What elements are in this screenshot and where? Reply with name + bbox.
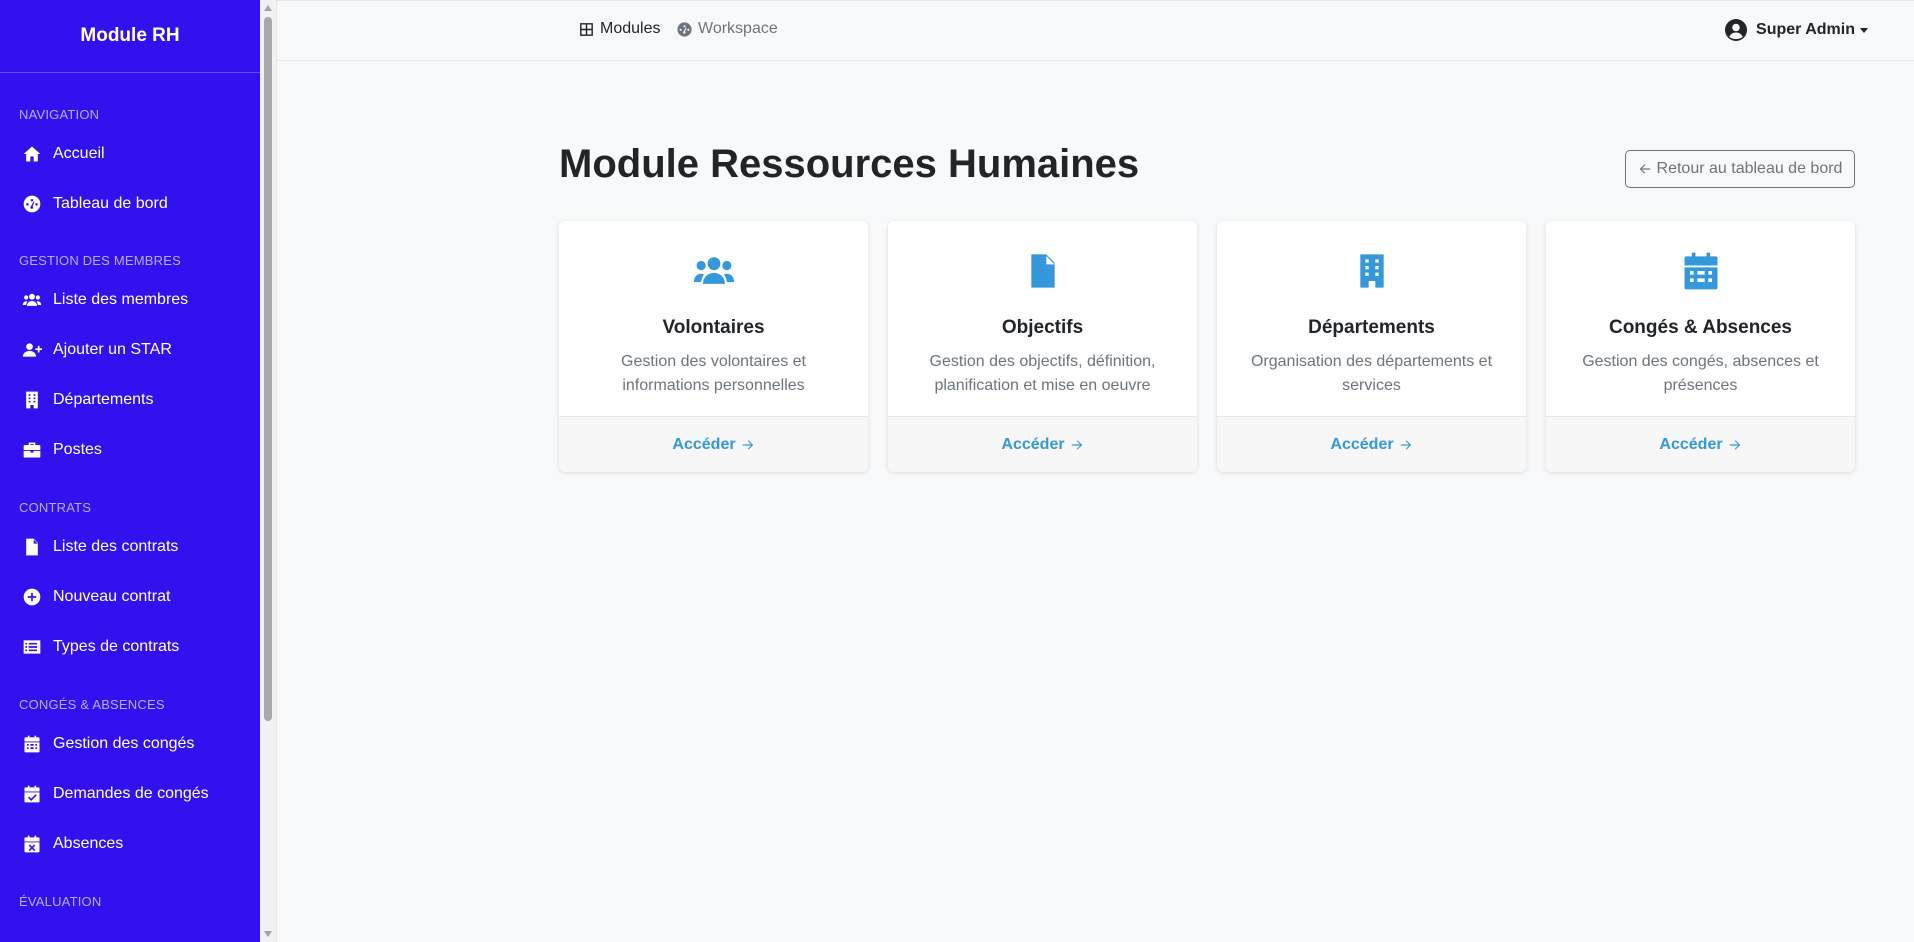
sidebar-item-demandes-de-conges[interactable]: Demandes de congés [0, 769, 260, 819]
arrow-right-icon [1400, 439, 1411, 450]
card-title: Congés & Absences [1608, 317, 1792, 338]
module-card-conges-absences: Congés & Absences Gestion des congés, ab… [1546, 221, 1855, 472]
home-icon [21, 144, 42, 165]
scroll-down-arrow-icon[interactable] [264, 931, 272, 937]
card-description: Gestion des volontaires et informations … [621, 353, 806, 394]
calendar-icon [21, 734, 42, 755]
sidebar-item-tableau-de-bord[interactable]: Tableau de bord [0, 179, 260, 229]
users-icon [559, 249, 868, 293]
sidebar-item-accueil[interactable]: Accueil [0, 129, 260, 179]
card-title: Départements [1308, 317, 1435, 338]
section-title-conges-absences: CONGÉS & ABSENCES [19, 697, 165, 712]
workspace-link[interactable]: Workspace [676, 20, 778, 38]
card-footer: Accéder [1217, 416, 1526, 472]
sidebar-item-label: Types de contrats [53, 638, 180, 655]
file-contract-icon [888, 249, 1197, 293]
sidebar-item-label: Gestion des congés [53, 735, 195, 752]
section-title-navigation: NAVIGATION [19, 107, 100, 122]
sidebar-brand[interactable]: Module RH [0, 0, 260, 73]
scrollbar-thumb[interactable] [264, 17, 272, 721]
users-icon [21, 290, 42, 311]
card-footer: Accéder [888, 416, 1197, 472]
card-description: Gestion des objectifs, définition, plani… [929, 353, 1156, 394]
sidebar-item-postes[interactable]: Postes [0, 425, 260, 475]
module-card-objectifs: Objectifs Gestion des objectifs, définit… [888, 221, 1197, 472]
card-title: Volontaires [662, 317, 765, 338]
user-name: Super Admin [1756, 21, 1855, 38]
card-access-link[interactable]: Accéder [1001, 436, 1083, 454]
sidebar-item-types-de-contrats[interactable]: Types de contrats [0, 622, 260, 672]
back-button-label: Retour au tableau de bord [1656, 160, 1843, 177]
caret-down-icon [1860, 27, 1868, 33]
top-navbar: Modules Workspace Super Admin [277, 0, 1914, 61]
sidebar-item-label: Accueil [53, 145, 105, 162]
user-menu-toggle[interactable]: Super Admin [1724, 18, 1868, 42]
briefcase-icon [21, 440, 42, 461]
sidebar-item-label: Départements [53, 391, 154, 408]
sidebar-item-label: Demandes de congés [53, 785, 209, 802]
card-link-label: Accéder [672, 435, 736, 453]
arrow-left-icon [1639, 164, 1650, 174]
modules-label: Modules [600, 20, 661, 37]
sidebar-item-label: Tableau de bord [53, 195, 168, 212]
user-plus-icon [21, 340, 42, 361]
file-contract-icon [21, 537, 42, 558]
sidebar-item-liste-des-membres[interactable]: Liste des membres [0, 275, 260, 325]
sidebar-item-ajouter-un-star[interactable]: Ajouter un STAR [0, 325, 260, 375]
card-title: Objectifs [1001, 317, 1084, 338]
section-title-contrats: CONTRATS [19, 500, 92, 515]
back-to-dashboard-button[interactable]: Retour au tableau de bord [1625, 150, 1855, 188]
card-access-link[interactable]: Accéder [1659, 436, 1741, 454]
modules-link[interactable]: Modules [578, 20, 660, 38]
card-link-label: Accéder [1001, 435, 1065, 453]
module-card-departements: Départements Organisation des départemen… [1217, 221, 1526, 472]
arrow-right-icon [742, 439, 753, 450]
sidebar-item-label: Postes [53, 441, 102, 458]
scroll-up-arrow-icon[interactable] [264, 5, 272, 11]
building-icon [21, 390, 42, 411]
card-footer: Accéder [1546, 416, 1855, 472]
arrow-right-icon [1071, 439, 1082, 450]
list-icon [21, 637, 42, 658]
card-description: Organisation des départements et service… [1250, 353, 1493, 394]
sidebar-item-label: Liste des contrats [53, 538, 179, 555]
plus-circle-icon [21, 587, 42, 608]
sidebar-scrollbar[interactable] [260, 0, 277, 942]
card-description: Gestion des congés, absences et présence… [1582, 353, 1819, 394]
card-footer: Accéder [559, 416, 868, 472]
sidebar-item-departements[interactable]: Départements [0, 375, 260, 425]
arrow-right-icon [1729, 439, 1740, 450]
sidebar-item-gestion-des-conges[interactable]: Gestion des congés [0, 719, 260, 769]
building-icon [1217, 249, 1526, 293]
sidebar-item-nouveau-contrat[interactable]: Nouveau contrat [0, 572, 260, 622]
section-title-evaluation: ÉVALUATION [19, 894, 102, 909]
card-link-label: Accéder [1659, 435, 1723, 453]
calendar-icon [1546, 249, 1855, 293]
sidebar-item-label: Liste des membres [53, 291, 189, 308]
sidebar-item-label: Ajouter un STAR [53, 341, 172, 358]
card-access-link[interactable]: Accéder [672, 436, 754, 454]
sidebar-item-label: Absences [53, 835, 124, 852]
card-access-link[interactable]: Accéder [1330, 436, 1412, 454]
sidebar-item-absences[interactable]: Absences [0, 819, 260, 869]
calendar-x-icon [21, 834, 42, 855]
workspace-label: Workspace [698, 20, 778, 37]
module-card-volontaires: Volontaires Gestion des volontaires et i… [559, 221, 868, 472]
user-circle-icon [1725, 19, 1748, 41]
gauge-icon [677, 21, 692, 37]
grid-icon [580, 22, 593, 36]
card-link-label: Accéder [1330, 435, 1394, 453]
calendar-check-icon [21, 784, 42, 805]
sidebar-item-liste-des-contrats[interactable]: Liste des contrats [0, 522, 260, 572]
sidebar-item-label: Nouveau contrat [53, 588, 171, 605]
gauge-icon [21, 194, 42, 215]
sidebar: Module RH NAVIGATION Accueil Tableau de … [0, 0, 260, 942]
page-title: Module Ressources Humaines [559, 142, 1140, 186]
section-title-gestion-des-membres: GESTION DES MEMBRES [19, 253, 181, 268]
